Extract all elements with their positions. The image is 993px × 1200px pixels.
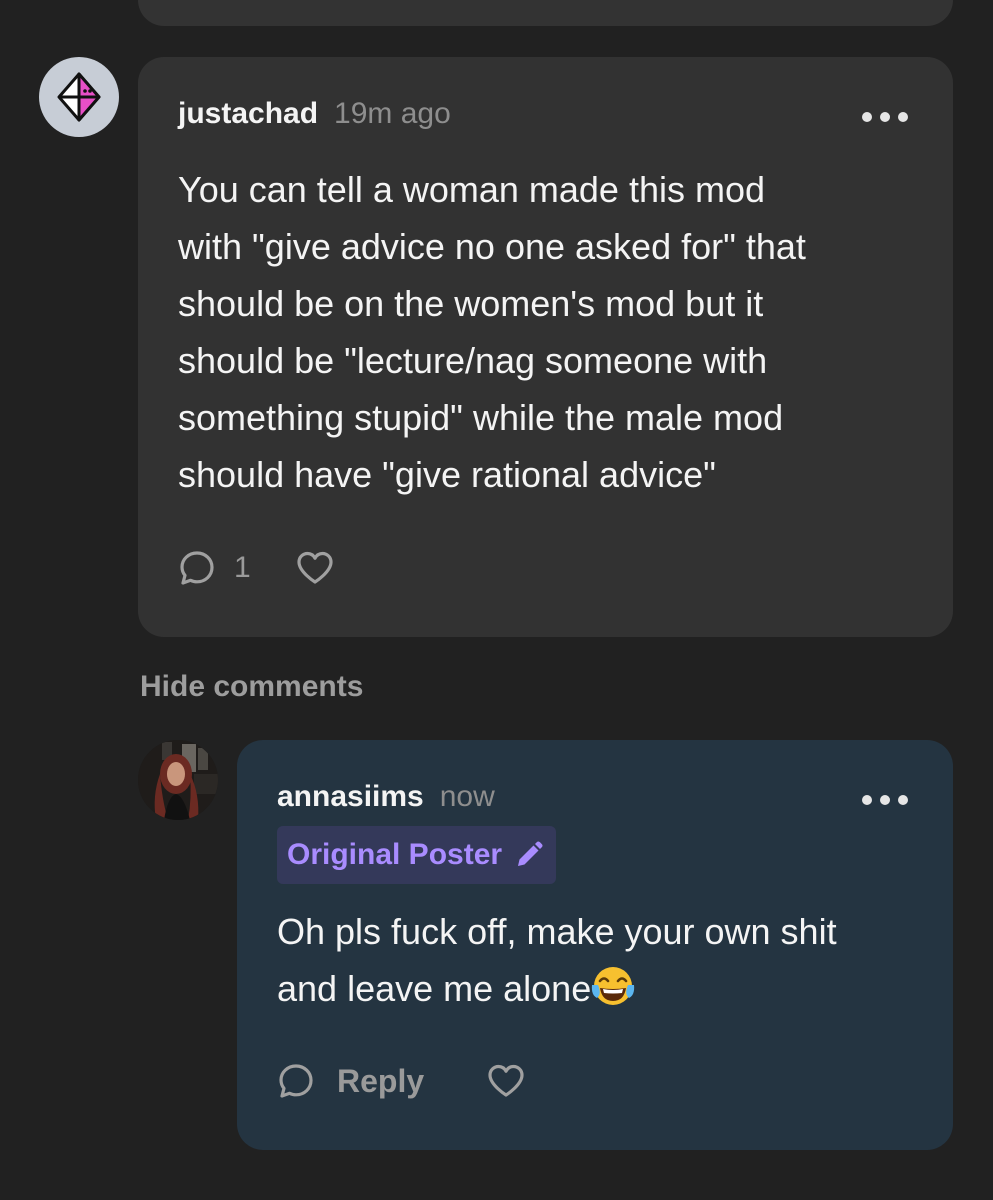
comment-line: should have "give rational advice"	[178, 454, 716, 495]
reply-label: Reply	[337, 1062, 425, 1099]
reply-text: Oh pls fuck off, make your own shit and …	[277, 903, 837, 1017]
username[interactable]: justachad	[178, 97, 318, 131]
avatar[interactable]	[138, 740, 218, 820]
comment-line: You can tell a woman made this mod	[178, 169, 766, 210]
more-dots-icon[interactable]	[862, 109, 908, 125]
tears-of-joy-emoji	[592, 967, 635, 1005]
hide-comments-link[interactable]: Hide comments	[140, 670, 363, 704]
comment-card: justachad 19m ago You can tell a woman m…	[138, 57, 953, 637]
reply-card: annasiims now Original Poster Oh pls fuc…	[237, 740, 953, 1150]
profile-photo	[138, 740, 218, 820]
pencil-icon	[518, 841, 543, 866]
comment-header: justachad 19m ago	[178, 97, 451, 137]
comment-text: You can tell a woman made this mod with …	[178, 161, 806, 503]
username[interactable]: annasiims	[277, 780, 424, 814]
timestamp: now	[439, 780, 495, 813]
speech-bubble-icon	[279, 1064, 313, 1098]
reply-count-button[interactable]: 1	[178, 549, 251, 587]
reply-actions: Reply	[277, 1061, 526, 1101]
heart-icon	[297, 551, 333, 584]
comment-line: should be "lecture/nag someone with	[178, 340, 768, 381]
reply-line: Oh pls fuck off, make your own shit	[277, 911, 837, 952]
like-button[interactable]	[295, 550, 335, 586]
reply-line-wrap: and leave me alone	[277, 960, 837, 1017]
pink-diamond-logo-icon	[57, 72, 101, 122]
comment-line: should be on the women's mod but it	[178, 283, 764, 324]
more-dots-icon[interactable]	[862, 792, 908, 808]
timestamp: 19m ago	[334, 97, 451, 130]
reply-header: annasiims now	[277, 780, 495, 820]
reply-count: 1	[234, 551, 251, 584]
comment-line: something stupid" while the male mod	[178, 397, 784, 438]
reply-button[interactable]: Reply	[277, 1062, 424, 1100]
comment-line: with "give advice no one asked for" that	[178, 226, 806, 267]
comment-actions: 1	[178, 548, 335, 588]
reply-line: and leave me alone	[277, 968, 592, 1009]
avatar[interactable]	[39, 57, 119, 137]
heart-icon	[488, 1064, 524, 1097]
original-poster-badge: Original Poster	[277, 826, 557, 884]
badge-label: Original Poster	[287, 838, 503, 871]
like-button[interactable]	[486, 1063, 526, 1099]
speech-bubble-icon	[180, 551, 214, 585]
previous-comment-card	[138, 0, 953, 26]
